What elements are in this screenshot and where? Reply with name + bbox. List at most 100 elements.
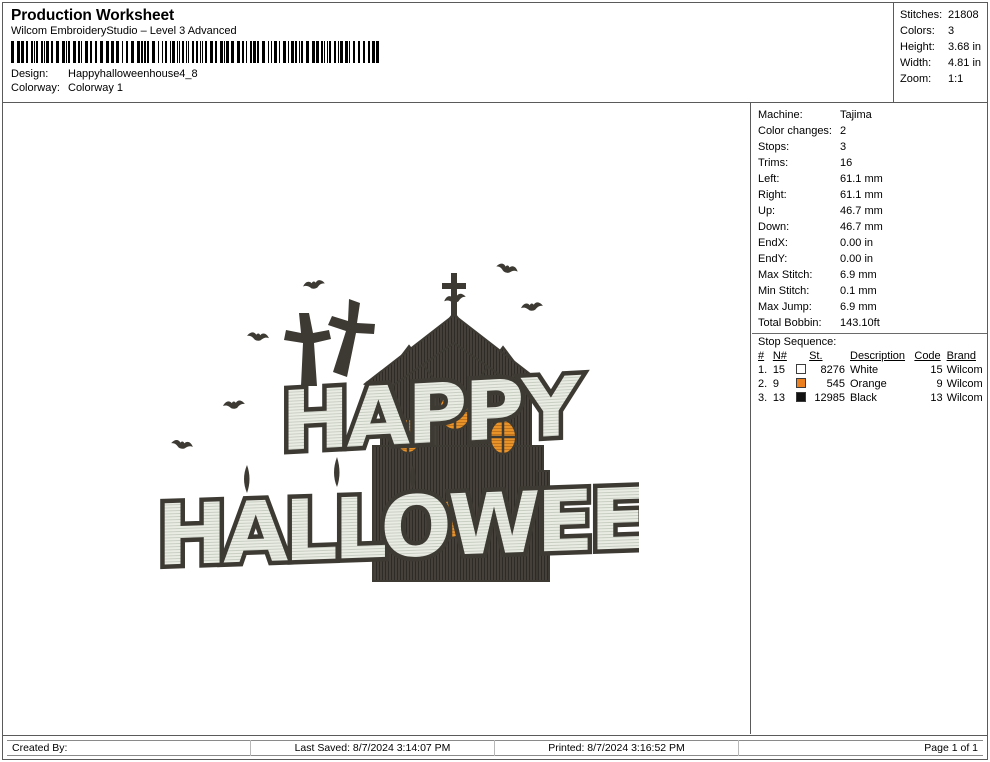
design-canvas[interactable]: HAPPY HALLOWEEN: [3, 103, 751, 734]
col-swatch: [793, 349, 809, 363]
info-row: Machine: Tajima: [752, 107, 987, 123]
header-band: Production Worksheet Wilcom EmbroiderySt…: [3, 3, 987, 103]
info-label: Up:: [758, 205, 776, 217]
summary-label: Stitches:: [900, 9, 943, 21]
info-label: Trims:: [758, 157, 789, 169]
lettering-halloween: HALLOWEEN: [153, 463, 640, 589]
table-row[interactable]: 1. 15 8276 White 15 Wilcom: [758, 363, 987, 377]
stitch-count: 545: [826, 378, 845, 390]
svg-text:HALLOWEEN: HALLOWEEN: [157, 468, 639, 585]
info-label: Machine:: [758, 109, 803, 121]
color-description: Black: [850, 392, 877, 404]
info-row: EndY: 0.00 in: [752, 251, 987, 267]
info-row: Left: 61.1 mm: [752, 171, 987, 187]
summary-label: Width:: [900, 57, 932, 70]
footer-last-saved: Last Saved: 8/7/2024 3:14:07 PM: [251, 740, 495, 756]
thread-code: 9: [936, 378, 943, 390]
color-swatch-icon: [795, 378, 806, 388]
design-value: Happyhalloweenhouse4_8: [68, 68, 198, 80]
info-value: 2: [840, 125, 847, 137]
summary-row: Colors: 3: [895, 23, 987, 39]
stop-index: 2.: [758, 378, 768, 390]
info-row: Max Jump: 6.9 mm: [752, 299, 987, 315]
color-description: White: [850, 364, 879, 376]
info-value: 6.9 mm: [840, 301, 877, 313]
info-row: Stops: 3: [752, 139, 987, 155]
stop-sequence-table: # N# St. Description Code Brand 1. 15 8276…: [758, 349, 987, 405]
summary-value: 3: [948, 25, 955, 38]
col-index: #: [758, 350, 765, 362]
stop-index: 1.: [758, 364, 768, 376]
info-value: 0.00 in: [840, 253, 874, 265]
info-value: 0.1 mm: [840, 285, 877, 297]
summary-row: Width: 4.81 in: [895, 55, 987, 71]
info-value: 0.00 in: [840, 237, 874, 249]
info-value: 46.7 mm: [840, 221, 883, 233]
summary-row: Stitches: 21808: [895, 7, 987, 23]
thread-code: 13: [930, 392, 943, 404]
summary-label: Height:: [900, 41, 935, 54]
table-row[interactable]: 3. 13 12985 Black 13 Wilcom: [758, 391, 987, 405]
page-footer: Created By: Last Saved: 8/7/2024 3:14:07…: [3, 735, 987, 759]
info-row: EndX: 0.00 in: [752, 235, 987, 251]
info-label: Left:: [758, 173, 780, 185]
application-name: Wilcom EmbroideryStudio – Level 3 Advanc…: [11, 25, 237, 37]
color-swatch-cell: [793, 363, 809, 377]
info-row: Down: 46.7 mm: [752, 219, 987, 235]
thread-code: 15: [930, 364, 943, 376]
info-label: Max Jump:: [758, 301, 812, 313]
lettering-happy: HAPPY: [277, 355, 587, 475]
col-code: Code: [914, 350, 941, 362]
info-row: Total Bobbin: 143.10ft: [752, 315, 987, 331]
info-row: Trims: 16: [752, 155, 987, 171]
thread-brand: Wilcom: [946, 378, 983, 390]
header-left-block: Production Worksheet Wilcom EmbroiderySt…: [3, 3, 894, 102]
table-row[interactable]: 2. 9 545 Orange 9 Wilcom: [758, 377, 987, 391]
summary-row: Zoom: 1:1: [895, 71, 987, 87]
col-brand: Brand: [946, 350, 976, 362]
svg-text:HAPPY: HAPPY: [281, 359, 582, 470]
info-label: Min Stitch:: [758, 285, 810, 297]
footer-created-by: Created By:: [7, 740, 251, 756]
machine-info-panel: Machine: Tajima Color changes: 2 Stops: 3 Trim…: [752, 103, 987, 734]
info-value: 6.9 mm: [840, 269, 877, 281]
colorway-label: Colorway:: [11, 82, 60, 94]
info-label: Max Stitch:: [758, 269, 813, 281]
footer-page-number: Page 1 of 1: [924, 742, 978, 754]
thread-brand: Wilcom: [946, 364, 983, 376]
colorway-value: Colorway 1: [68, 82, 124, 94]
stop-sequence-header-row: # N# St. Description Code Brand: [758, 349, 987, 363]
summary-value: 4.81 in: [948, 57, 982, 70]
summary-label: Zoom:: [900, 73, 932, 86]
info-label: Down:: [758, 221, 790, 233]
summary-label: Colors:: [900, 25, 935, 38]
summary-value: 3.68 in: [948, 41, 982, 54]
color-swatch-cell: [793, 377, 809, 391]
info-label: Color changes:: [758, 125, 832, 137]
page-title: Production Worksheet: [11, 7, 175, 24]
info-value: Tajima: [840, 109, 872, 121]
info-row: Min Stitch: 0.1 mm: [752, 283, 987, 299]
footer-bar: Created By: Last Saved: 8/7/2024 3:14:07…: [7, 740, 983, 756]
info-label: Total Bobbin:: [758, 317, 822, 329]
info-row: Right: 61.1 mm: [752, 187, 987, 203]
halloween-haunted-house-embroidery-artwork: HAPPY HALLOWEEN: [151, 251, 639, 609]
color-swatch-cell: [793, 391, 809, 405]
info-value: 3: [840, 141, 847, 153]
stop-sequence-title: Stop Sequence:: [752, 333, 987, 349]
summary-value: 1:1: [948, 73, 964, 86]
stitch-count: 12985: [814, 392, 845, 404]
info-value: 143.10ft: [840, 317, 880, 329]
info-value: 61.1 mm: [840, 173, 883, 185]
worksheet-page: Production Worksheet Wilcom EmbroiderySt…: [2, 2, 988, 760]
stop-sequence-body: 1. 15 8276 White 15 Wilcom 2. 9 545 Orange 9 Wilcom…: [758, 363, 987, 405]
color-swatch-icon: [795, 392, 806, 402]
color-description: Orange: [850, 378, 887, 390]
info-label: EndY:: [758, 253, 788, 265]
col-stitches: St.: [809, 350, 823, 362]
info-row: Up: 46.7 mm: [752, 203, 987, 219]
info-row: Color changes: 2: [752, 123, 987, 139]
design-row: Design: Happyhalloweenhouse4_8: [11, 67, 885, 81]
info-label: Stops:: [758, 141, 790, 153]
machine-info-rows: Machine: Tajima Color changes: 2 Stops: 3 Trim…: [752, 107, 987, 331]
